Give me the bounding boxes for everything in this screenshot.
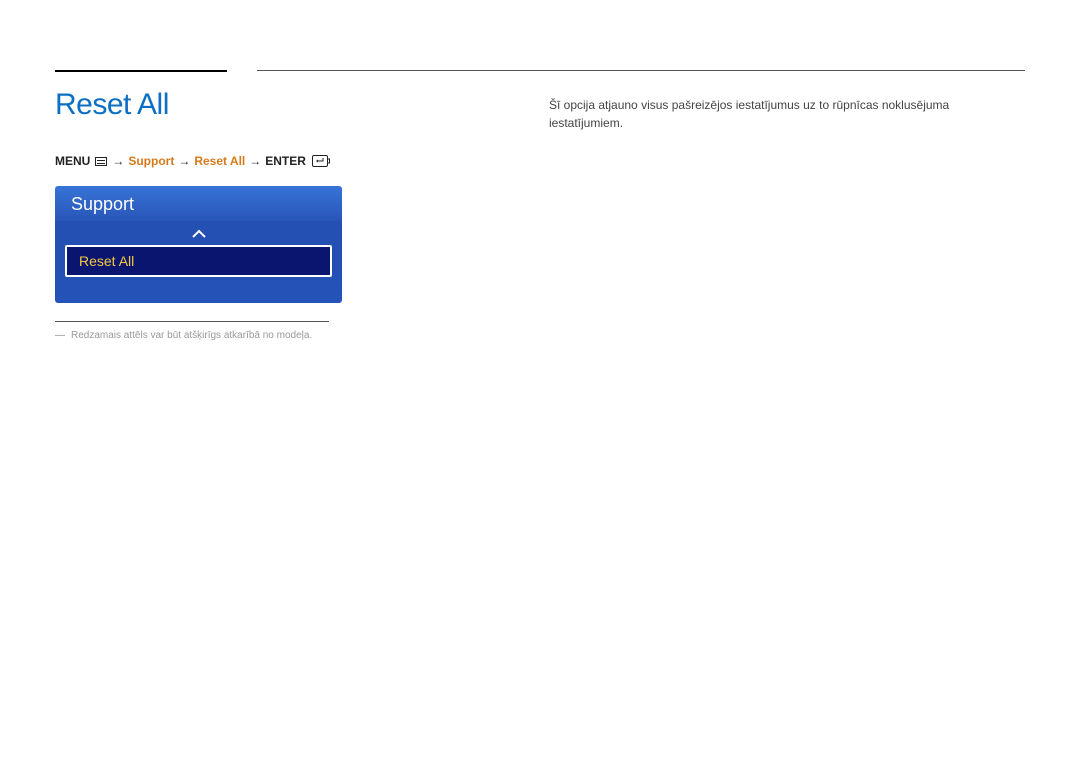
description-text: Šī opcija atjauno visus pašreizējos iest… — [549, 96, 1025, 132]
breadcrumb: MENU → Support → Reset All → ENTER — [55, 154, 342, 168]
breadcrumb-menu-label: MENU — [55, 154, 90, 168]
header-divider-long — [257, 70, 1025, 71]
osd-header: Support — [55, 186, 342, 221]
breadcrumb-reset-all: Reset All — [194, 154, 245, 168]
osd-item-reset-all[interactable]: Reset All — [65, 245, 332, 277]
footnote-dash: ― — [55, 330, 65, 341]
header-divider-short — [55, 70, 227, 72]
menu-icon — [95, 157, 107, 166]
breadcrumb-arrow-1: → — [112, 154, 124, 168]
breadcrumb-arrow-2: → — [178, 154, 190, 168]
footnote-divider — [55, 321, 329, 322]
right-column: Šī opcija atjauno visus pašreizējos iest… — [549, 88, 1025, 341]
breadcrumb-enter-label: ENTER — [265, 154, 306, 168]
chevron-up-icon[interactable] — [65, 225, 332, 243]
footnote-text: Redzamais attēls var būt atšķirīgs atkar… — [71, 330, 312, 341]
left-column: Reset All MENU → Support → Reset All → E… — [55, 88, 342, 341]
page-title: Reset All — [55, 88, 342, 122]
osd-panel: Support Reset All — [55, 186, 342, 303]
osd-body: Reset All — [55, 221, 342, 303]
breadcrumb-support: Support — [128, 154, 174, 168]
breadcrumb-arrow-3: → — [249, 154, 261, 168]
enter-icon — [312, 155, 330, 167]
footnote: ― Redzamais attēls var būt atšķirīgs atk… — [55, 330, 342, 341]
